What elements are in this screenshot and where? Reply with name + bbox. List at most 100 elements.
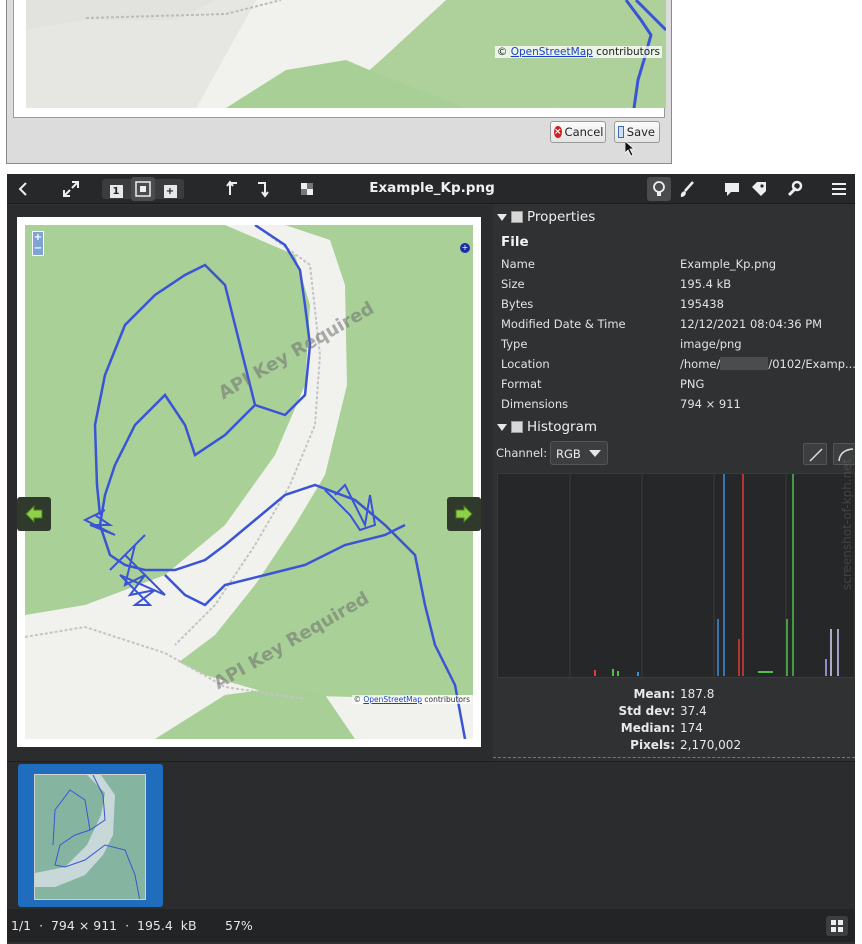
panel-divider [493,757,855,758]
stat-key: Std dev: [618,704,676,718]
window-title: Example_Kp.png [369,180,495,196]
stat-value: 174 [680,721,703,735]
toolbar: 1 + Example_Kp.png [7,174,855,204]
grid-compare-button[interactable] [131,177,155,201]
linear-scale-icon [809,448,823,462]
main-menu-button[interactable] [827,177,851,201]
dialog-map-attribution: © OpenStreetMap contributors [494,46,662,58]
property-key: Type [501,337,528,351]
single-view-button[interactable]: 1 [104,177,128,201]
stat-row-pixels: Pixels: 2,170,002 [493,738,855,755]
tag-button[interactable] [747,177,771,201]
property-value: image/png [680,337,742,351]
property-row-bytes: Bytes 195438 [501,294,855,314]
property-value: 12/12/2021 08:04:36 PM [680,317,823,331]
brush-icon [680,181,694,197]
grid-view-icon [831,920,843,932]
fullscreen-button[interactable] [59,177,83,201]
displayed-image-map: API Key Required API Key Required + − + … [25,225,473,739]
edit-button[interactable] [675,177,699,201]
rotate-left-button[interactable] [222,177,246,201]
histogram-icon [511,421,523,433]
status-bar: 1/1 · 794 × 911 · 195.4 kB 57% [7,909,855,942]
property-value: 195.4 kB [680,277,732,291]
tools-button[interactable] [782,177,806,201]
redacted-block [720,357,769,370]
expand-icon [63,181,79,197]
rotate-left-icon [226,180,237,195]
linear-scale-button[interactable] [803,443,827,465]
property-row-modified: Modified Date & Time 12/12/2021 08:04:36… [501,314,855,334]
attribution-suffix: contributors [424,695,470,704]
rotate-right-button[interactable] [249,177,273,201]
api-key-watermark: API Key Required [215,298,378,404]
zoom-out-icon: − [33,243,43,254]
properties-title: Properties [527,209,596,225]
save-label: Save [626,125,655,139]
map-graphic: API Key Required API Key Required [25,225,473,739]
cancel-button[interactable]: × Cancel [550,121,606,143]
stat-value: 187.8 [680,687,715,701]
histogram-title: Histogram [527,419,598,435]
property-row-size: Size 195.4 kB [501,274,855,294]
tag-icon [752,182,766,196]
dropdown-arrow-icon [589,450,601,457]
image-frame: API Key Required API Key Required + − + … [17,217,481,747]
property-row-location: Location /home//0102/Examp... [501,354,855,374]
property-key: Dimensions [501,397,569,411]
zoom-level[interactable]: 57% [225,918,253,933]
property-key: Size [501,277,525,291]
stat-row-median: Median: 174 [493,721,855,738]
channel-select[interactable]: RGB [550,441,608,465]
location-prefix: /home/ [680,357,721,371]
file-group-heading: File [501,234,529,250]
property-row-format: Format PNG [501,374,855,394]
thumbnail-selected[interactable] [18,764,163,907]
map-zoom-control: + − [32,231,44,256]
histogram-plot [569,474,839,679]
comment-button[interactable] [720,177,744,201]
thumbnail-image [34,774,146,900]
property-row-name: Name Example_Kp.png [501,254,855,274]
histogram-graph [497,473,855,679]
collapse-triangle-icon [497,213,507,221]
save-dialog: © OpenStreetMap contributors × Cancel Sa… [6,0,672,164]
histogram-section-header[interactable]: Histogram [497,417,597,437]
wrench-icon [787,180,803,197]
property-value: Example_Kp.png [680,257,777,271]
info-button[interactable] [647,177,671,201]
property-value: 794 × 911 [680,397,741,411]
arrow-right-icon [455,504,473,524]
dialog-map-preview: © OpenStreetMap contributors [26,0,666,108]
grid-icon [135,181,151,197]
properties-section-header[interactable]: Properties [497,207,595,227]
next-image-button[interactable] [447,497,481,531]
stat-key: Median: [620,721,675,735]
grid-view-button[interactable] [826,916,848,936]
lightbulb-icon [653,181,665,196]
thumbnail-graphic [35,775,141,899]
status-text: 1/1 · 794 × 911 · 195.4 kB [11,918,197,933]
previous-image-button[interactable] [17,497,51,531]
add-view-button[interactable]: + [158,177,182,201]
image-viewer-window: 1 + Example_Kp.png API Key Required API … [7,174,855,944]
plus-icon: + [163,185,177,198]
save-icon [618,126,624,138]
menu-icon [832,183,846,195]
property-key: Bytes [501,297,534,311]
property-row-type: Type image/png [501,334,855,354]
collapse-triangle-icon [497,423,507,431]
attribution-suffix: contributors [596,46,660,58]
stat-value: 37.4 [680,704,707,718]
info-side-panel: Properties File Name Example_Kp.png Size… [493,205,855,761]
back-button[interactable] [12,177,36,201]
save-button[interactable]: Save [614,121,660,143]
stat-row-mean: Mean: 187.8 [493,687,855,704]
image-view[interactable]: API Key Required API Key Required + − + … [7,205,493,761]
copyright-symbol: © [496,46,508,58]
side-watermark: screenshot-of-kph.net [840,458,854,590]
image-map-attribution: © OpenStreetMap contributors [352,695,471,704]
openstreetmap-link[interactable]: OpenStreetMap [511,46,593,58]
property-value: /home//0102/Examp... [680,357,855,371]
comment-icon [725,183,739,196]
